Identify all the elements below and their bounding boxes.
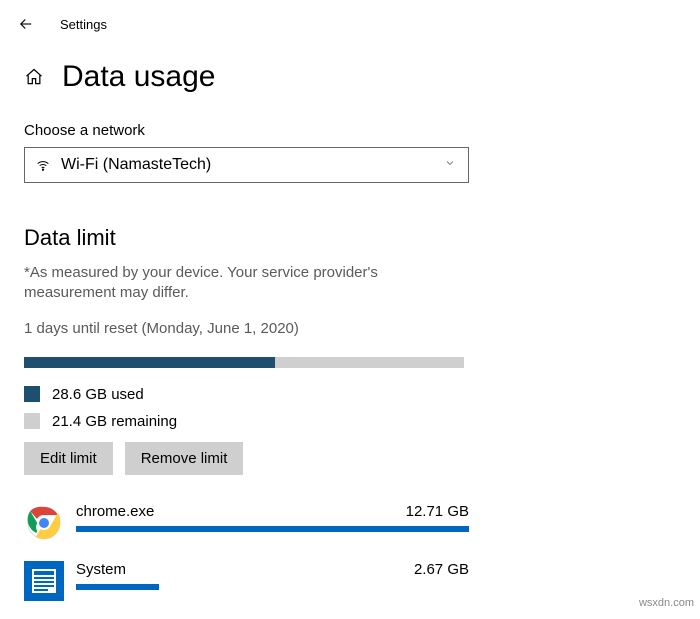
app-row: System 2.67 GB (24, 561, 469, 601)
app-usage: 2.67 GB (414, 561, 469, 578)
app-usage-bar (76, 526, 469, 532)
remove-limit-button[interactable]: Remove limit (125, 442, 244, 475)
legend-remaining-square (24, 413, 40, 429)
data-limit-heading: Data limit (24, 225, 676, 251)
app-row: chrome.exe 12.71 GB (24, 503, 469, 543)
system-icon (24, 561, 64, 601)
app-name: System (76, 561, 126, 578)
network-dropdown[interactable]: Wi-Fi (NamasteTech) (24, 147, 469, 183)
back-icon[interactable] (16, 14, 36, 34)
network-label: Choose a network (24, 122, 676, 139)
wifi-icon (35, 157, 51, 173)
limit-bar-fill (24, 357, 275, 368)
home-icon[interactable] (24, 67, 44, 87)
chevron-down-icon (444, 156, 456, 174)
edit-limit-button[interactable]: Edit limit (24, 442, 113, 475)
chrome-icon (24, 503, 64, 543)
page-title: Data usage (62, 60, 215, 94)
watermark: wsxdn.com (639, 597, 694, 609)
reset-info: 1 days until reset (Monday, June 1, 2020… (24, 320, 676, 337)
legend-used-text: 28.6 GB used (52, 386, 144, 403)
topbar-title: Settings (60, 17, 107, 32)
limit-bar (24, 357, 464, 368)
app-usage-bar (76, 584, 159, 590)
app-name: chrome.exe (76, 503, 154, 520)
legend-remaining-text: 21.4 GB remaining (52, 413, 177, 430)
data-limit-disclaimer: *As measured by your device. Your servic… (24, 263, 469, 304)
network-selected: Wi-Fi (NamasteTech) (61, 156, 211, 174)
app-usage: 12.71 GB (406, 503, 469, 520)
legend-used-square (24, 386, 40, 402)
